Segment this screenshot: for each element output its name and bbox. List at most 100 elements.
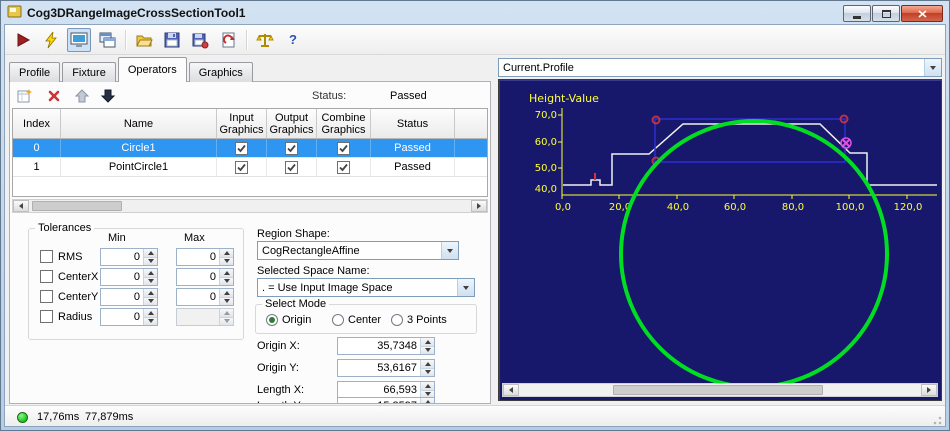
spin-up-button[interactable]	[144, 289, 157, 297]
dropdown-button[interactable]	[441, 242, 458, 259]
spin-down-button[interactable]	[421, 345, 434, 354]
center-radio[interactable]	[332, 314, 344, 326]
spin-down-button[interactable]	[220, 276, 233, 285]
scroll-left-button[interactable]	[503, 384, 519, 396]
output-graphics-checkbox[interactable]	[285, 160, 298, 174]
spin-up-button[interactable]	[144, 269, 157, 277]
centerx-min-spinner[interactable]: 0	[100, 268, 158, 286]
combine-graphics-checkbox[interactable]	[337, 160, 350, 174]
column-header-combine-graphics[interactable]: Combine Graphics	[317, 109, 371, 138]
benchmark-button[interactable]	[253, 28, 277, 52]
run-button[interactable]	[11, 28, 35, 52]
add-operator-button[interactable]	[14, 87, 34, 105]
input-graphics-checkbox[interactable]	[235, 160, 248, 174]
move-up-button[interactable]	[72, 87, 92, 105]
svg-text:60,0: 60,0	[724, 202, 746, 213]
rms-checkbox[interactable]	[40, 250, 53, 263]
run-live-button[interactable]	[39, 28, 63, 52]
tab-graphics[interactable]: Graphics	[188, 62, 253, 82]
save-icon	[164, 32, 180, 47]
region-shape-select[interactable]: CogRectangleAffine	[257, 241, 459, 260]
spin-up-button[interactable]	[421, 360, 434, 368]
spin-up-button[interactable]	[421, 338, 434, 346]
table-row[interactable]: 0 Circle1 Passed	[13, 139, 487, 158]
plot-title: Height-Value	[529, 92, 599, 105]
spin-up-button[interactable]	[144, 249, 157, 257]
save-image-button[interactable]	[188, 28, 212, 52]
scroll-right-button[interactable]	[471, 200, 487, 212]
float-windows-button[interactable]	[95, 28, 119, 52]
spinner-value: 0	[209, 271, 216, 283]
tab-fixture[interactable]: Fixture	[62, 62, 116, 82]
move-down-button[interactable]	[98, 87, 118, 105]
rms-max-spinner[interactable]: 0	[176, 248, 234, 266]
rotation-handle[interactable]	[840, 137, 852, 149]
delete-operator-button[interactable]	[44, 87, 64, 105]
svg-text:0,0: 0,0	[555, 202, 571, 213]
column-header-index[interactable]: Index	[13, 109, 61, 138]
spin-down-button[interactable]	[144, 276, 157, 285]
spin-up-button[interactable]	[220, 289, 233, 297]
scroll-left-button[interactable]	[13, 200, 29, 212]
app-window: Cog3DRangeImageCrossSectionTool1 ? Profi…	[0, 0, 950, 431]
maximize-button[interactable]	[872, 5, 900, 22]
table-row[interactable]: 1 PointCircle1 Passed	[13, 158, 487, 177]
centery-max-spinner[interactable]: 0	[176, 288, 234, 306]
help-button[interactable]: ?	[281, 28, 305, 52]
centerx-label: CenterX	[58, 271, 99, 283]
max-header: Max	[184, 232, 205, 244]
spin-up-button[interactable]	[220, 269, 233, 277]
minimize-button[interactable]	[843, 5, 871, 22]
centerx-max-spinner[interactable]: 0	[176, 268, 234, 286]
column-header-status[interactable]: Status	[371, 109, 455, 138]
open-button[interactable]	[132, 28, 156, 52]
radius-min-spinner[interactable]: 0	[100, 308, 158, 326]
selected-space-select[interactable]: . = Use Input Image Space	[257, 278, 475, 297]
spin-down-button[interactable]	[220, 256, 233, 265]
tab-profile[interactable]: Profile	[9, 62, 61, 82]
spin-down-button[interactable]	[144, 256, 157, 265]
radius-checkbox[interactable]	[40, 310, 53, 323]
toolbar-separator	[246, 29, 247, 50]
spin-up-button[interactable]	[421, 398, 434, 403]
plot-horizontal-scrollbar[interactable]	[502, 383, 938, 397]
combine-graphics-checkbox[interactable]	[337, 141, 350, 155]
column-header-input-graphics[interactable]: Input Graphics	[217, 109, 267, 138]
resize-grip[interactable]	[931, 414, 943, 426]
input-graphics-checkbox[interactable]	[235, 141, 248, 155]
centery-checkbox[interactable]	[40, 290, 53, 303]
save-button[interactable]	[160, 28, 184, 52]
spin-up-button[interactable]	[220, 249, 233, 257]
column-header-output-graphics[interactable]: Output Graphics	[267, 109, 317, 138]
close-button[interactable]	[901, 5, 943, 22]
dropdown-button[interactable]	[457, 279, 474, 296]
revert-button[interactable]	[216, 28, 240, 52]
spin-down-button[interactable]	[144, 316, 157, 325]
spin-down-button[interactable]	[144, 296, 157, 305]
origin-y-spinner[interactable]: 53,6167	[337, 359, 435, 377]
main-toolbar: ?	[5, 25, 945, 55]
record-selector[interactable]: Current.Profile	[498, 58, 942, 77]
tab-operators[interactable]: Operators	[117, 57, 187, 82]
grid-horizontal-scrollbar[interactable]	[12, 199, 488, 213]
spin-up-button[interactable]	[421, 382, 434, 390]
spin-up-button[interactable]	[144, 309, 157, 317]
profile-plot-canvas[interactable]: Height-Value 70,0 60,0 50,0 40,0 0,0 20,…	[499, 80, 941, 400]
centerx-checkbox[interactable]	[40, 270, 53, 283]
output-graphics-checkbox[interactable]	[285, 141, 298, 155]
scroll-right-button[interactable]	[921, 384, 937, 396]
rms-min-spinner[interactable]: 0	[100, 248, 158, 266]
column-header-name[interactable]: Name	[61, 109, 217, 138]
three-points-radio[interactable]	[391, 314, 403, 326]
dropdown-button[interactable]	[924, 59, 941, 76]
scrollbar-thumb[interactable]	[32, 201, 122, 211]
show-image-display-button[interactable]	[67, 27, 91, 52]
app-icon	[7, 4, 22, 22]
origin-radio[interactable]	[266, 314, 278, 326]
centery-min-spinner[interactable]: 0	[100, 288, 158, 306]
length-y-spinner[interactable]: 15,3597	[337, 397, 435, 403]
origin-x-spinner[interactable]: 35,7348	[337, 337, 435, 355]
spin-down-button[interactable]	[421, 367, 434, 376]
scrollbar-thumb[interactable]	[613, 385, 823, 395]
spin-down-button[interactable]	[220, 296, 233, 305]
